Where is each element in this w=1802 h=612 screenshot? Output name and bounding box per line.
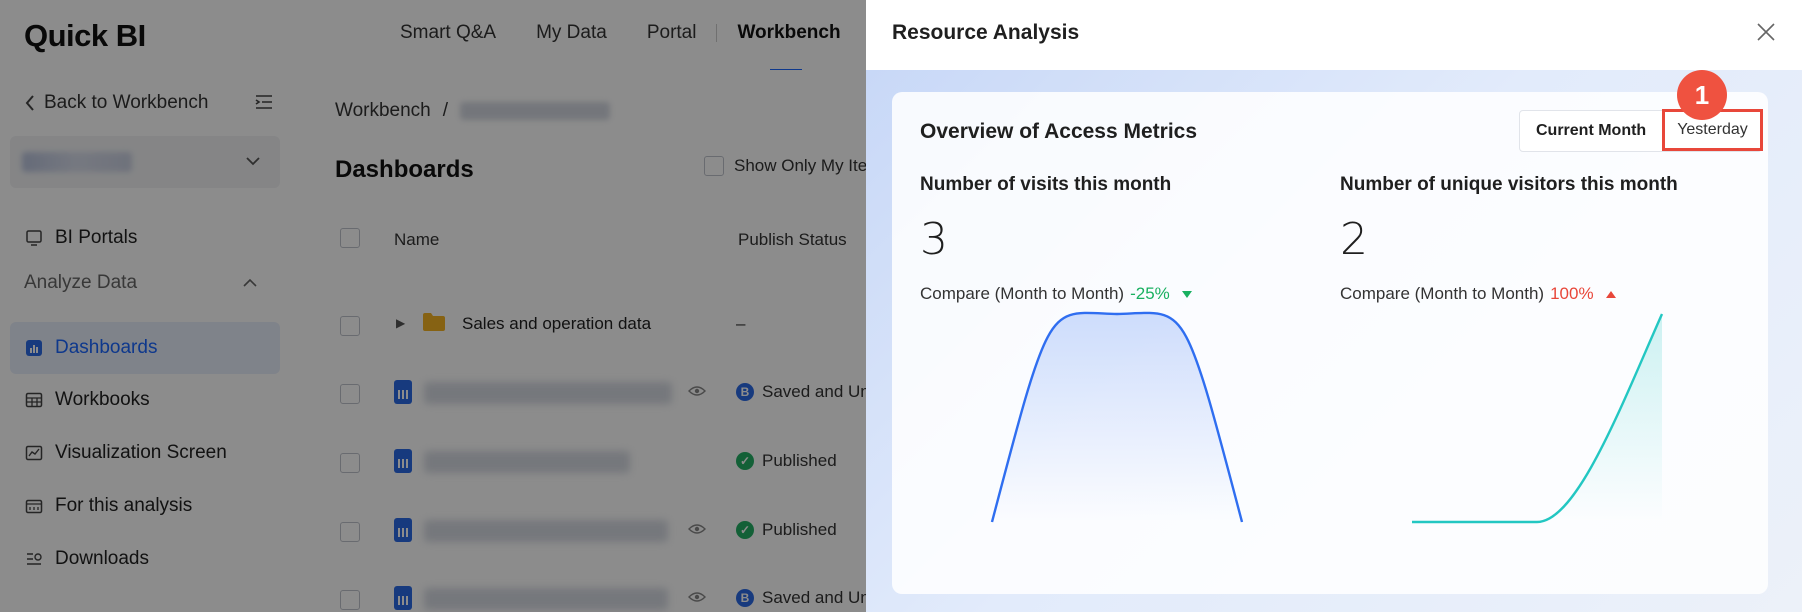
metric-unique-visitors: Number of unique visitors this month 2 C… bbox=[1340, 174, 1740, 304]
close-icon[interactable] bbox=[1756, 22, 1776, 42]
resource-analysis-drawer: Resource Analysis Overview of Access Met… bbox=[866, 0, 1802, 612]
change-value: 100% bbox=[1550, 284, 1594, 303]
drawer-body: Overview of Access Metrics Current Month… bbox=[866, 70, 1802, 612]
drawer-header: Resource Analysis bbox=[866, 0, 1802, 70]
metric-value: 3 bbox=[920, 214, 948, 265]
access-metrics-card: Overview of Access Metrics Current Month… bbox=[892, 70, 1768, 594]
modal-overlay[interactable] bbox=[0, 0, 866, 612]
arrow-down-icon bbox=[1181, 290, 1192, 298]
arrow-up-icon bbox=[1605, 290, 1616, 298]
metric-label: Number of visits this month bbox=[920, 174, 1172, 195]
change-value: -25% bbox=[1130, 284, 1170, 303]
metric-value: 2 bbox=[1340, 214, 1368, 265]
visits-area-fill bbox=[992, 312, 1242, 522]
card-title: Overview of Access Metrics bbox=[920, 120, 1198, 143]
visits-trend-chart bbox=[990, 311, 1244, 523]
metric-compare: Compare (Month to Month) 100% bbox=[1340, 284, 1740, 304]
metric-compare: Compare (Month to Month) -25% bbox=[920, 284, 1320, 304]
period-toggle: Current Month Yesterday bbox=[1519, 109, 1763, 152]
callout-badge: 1 bbox=[1677, 70, 1727, 120]
drawer-title: Resource Analysis bbox=[892, 21, 1080, 44]
metric-visits: Number of visits this month 3 Compare (M… bbox=[920, 174, 1320, 304]
current-month-button[interactable]: Current Month bbox=[1520, 111, 1662, 151]
compare-label: Compare (Month to Month) bbox=[920, 284, 1125, 303]
visitors-trend-chart bbox=[1412, 313, 1664, 524]
metric-label: Number of unique visitors this month bbox=[1340, 174, 1678, 195]
compare-label: Compare (Month to Month) bbox=[1340, 284, 1545, 303]
visitors-area-fill bbox=[1412, 314, 1662, 522]
